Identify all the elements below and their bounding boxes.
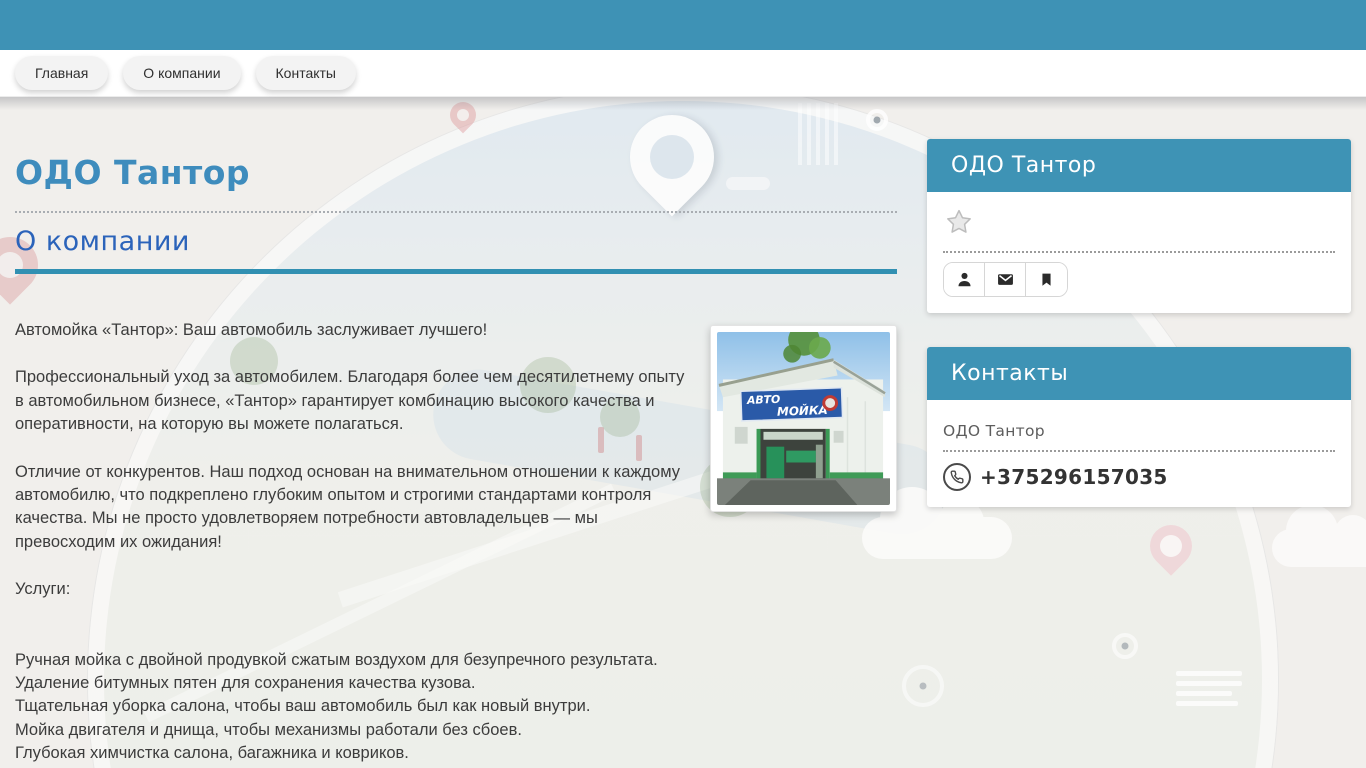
page-title: ОДО Тантор xyxy=(15,153,250,192)
company-card-header: ОДО Тантор xyxy=(927,139,1351,192)
carwash-photo-illustration: АВТО МОЙКА xyxy=(717,332,890,505)
article-text: АВТО МОЙКА Автомойка «Тантор»: Ваш автом… xyxy=(15,319,897,768)
sign-text-bottom: МОЙКА xyxy=(777,402,828,419)
user-icon xyxy=(957,272,971,287)
sidebar: ОДО Тантор Контакты ОДО Тантор +37529615… xyxy=(927,139,1351,507)
services-label: Услуги: xyxy=(15,580,71,599)
envelope-icon xyxy=(997,274,1013,285)
nav-shadow xyxy=(0,97,1366,110)
section-underline xyxy=(15,269,897,274)
service-line: Глубокая химчистка салона, багажника и к… xyxy=(15,744,409,763)
sign-text-top: АВТО xyxy=(746,393,781,407)
divider-dotted xyxy=(943,450,1335,452)
contacts-card: Контакты ОДО Тантор +375296157035 xyxy=(927,347,1351,507)
top-bar xyxy=(0,0,1366,50)
map-pin-pink xyxy=(1141,516,1201,576)
nav-item-contacts[interactable]: Контакты xyxy=(255,56,356,90)
service-line: Мойка двигателя и днища, чтобы механизмы… xyxy=(15,720,522,739)
target-ring xyxy=(1112,633,1138,659)
divider-dotted xyxy=(15,211,897,213)
service-line: Ручная мойка с двойной продувкой сжатым … xyxy=(15,650,658,669)
target-ring xyxy=(902,665,944,707)
profile-button[interactable] xyxy=(944,263,985,296)
contacts-card-title: Контакты xyxy=(951,361,1069,386)
nav-item-home[interactable]: Главная xyxy=(15,56,109,90)
star-icon xyxy=(947,209,971,233)
page-content-area: ОДО Тантор О компании АВТО МОЙКА Автомой… xyxy=(0,97,1366,768)
bookmark-icon xyxy=(1042,273,1051,286)
social-button-group xyxy=(943,262,1068,297)
email-button[interactable] xyxy=(985,263,1026,296)
nav-item-about[interactable]: О компании xyxy=(123,56,241,90)
main-navigation: Главная О компании Контакты xyxy=(0,50,1366,97)
cloud xyxy=(1272,505,1366,567)
company-photo: АВТО МОЙКА xyxy=(710,325,897,512)
contact-company-name: ОДО Тантор xyxy=(943,422,1045,440)
service-line: Тщательная уборка салона, чтобы ваш авто… xyxy=(15,697,591,716)
main-column: ОДО Тантор О компании АВТО МОЙКА Автомой… xyxy=(15,97,897,768)
service-line: Удаление битумных пятен для сохранения к… xyxy=(15,674,476,693)
section-title: О компании xyxy=(15,226,190,257)
phone-icon xyxy=(943,463,971,491)
divider-dotted xyxy=(943,251,1335,253)
contacts-card-header: Контакты xyxy=(927,347,1351,400)
phone-number-link[interactable]: +375296157035 xyxy=(980,465,1168,489)
bookmark-button[interactable] xyxy=(1026,263,1067,296)
company-card-title: ОДО Тантор xyxy=(951,153,1097,178)
company-card: ОДО Тантор xyxy=(927,139,1351,313)
phone-row: +375296157035 xyxy=(943,463,1335,491)
rating-star[interactable] xyxy=(943,208,1335,241)
